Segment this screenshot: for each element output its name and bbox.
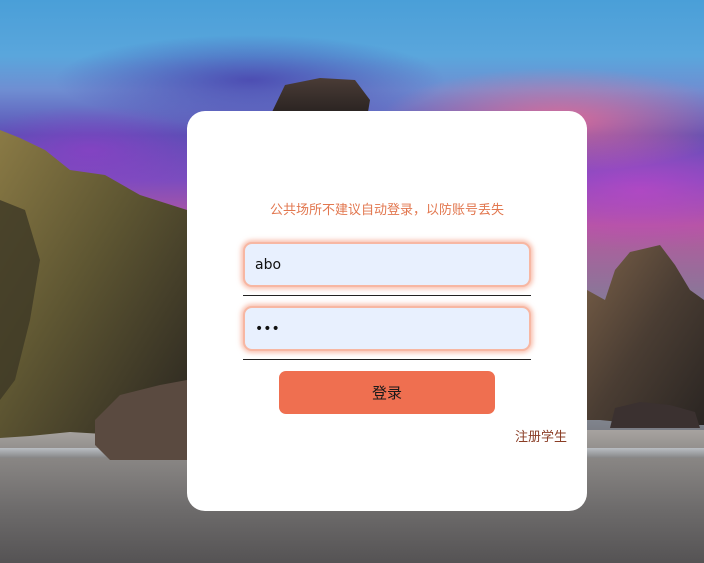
login-card: 公共场所不建议自动登录，以防账号丢失 登录 注册学生 xyxy=(187,111,587,511)
password-field-group xyxy=(243,306,531,360)
login-button[interactable]: 登录 xyxy=(279,371,495,414)
username-underline xyxy=(243,295,531,296)
username-field-group xyxy=(243,242,531,296)
register-student-link[interactable]: 注册学生 xyxy=(515,426,567,445)
login-screen: 公共场所不建议自动登录，以防账号丢失 登录 注册学生 xyxy=(0,0,704,563)
password-underline xyxy=(243,359,531,360)
username-input[interactable] xyxy=(243,242,531,287)
password-input[interactable] xyxy=(243,306,531,351)
auto-login-notice: 公共场所不建议自动登录，以防账号丢失 xyxy=(269,203,504,218)
